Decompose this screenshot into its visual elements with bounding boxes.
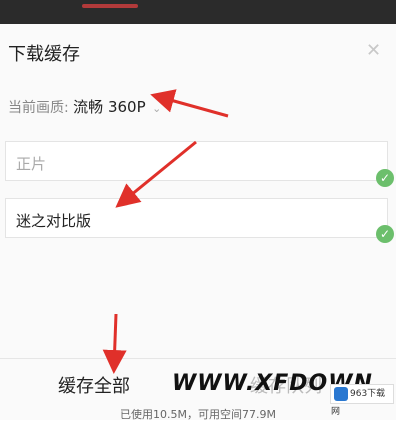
site-logo-icon [334,387,348,401]
chevron-down-icon[interactable]: ⌄ [152,102,161,115]
quality-selector[interactable]: 当前画质: 流畅 360P ⌄ [8,96,161,117]
drag-handle[interactable] [82,4,138,8]
site-logo: 963下载网 [330,384,394,417]
dialog-title: 下载缓存 [8,44,80,65]
top-bar [0,0,396,24]
cache-all-button[interactable]: 缓存全部 [58,372,130,398]
episode-option-main[interactable]: 正片 [5,141,388,181]
episode-option-label: 迷之对比版 [16,212,92,230]
episode-option-label: 正片 [16,155,47,173]
quality-value[interactable]: 流畅 360P [73,98,145,116]
close-icon[interactable]: ✕ [366,40,381,61]
check-icon: ✓ [376,225,394,243]
footer-divider [0,358,396,359]
check-icon: ✓ [376,169,394,187]
quality-label: 当前画质: [8,100,69,116]
episode-option-comparison[interactable]: 迷之对比版 [5,198,388,238]
